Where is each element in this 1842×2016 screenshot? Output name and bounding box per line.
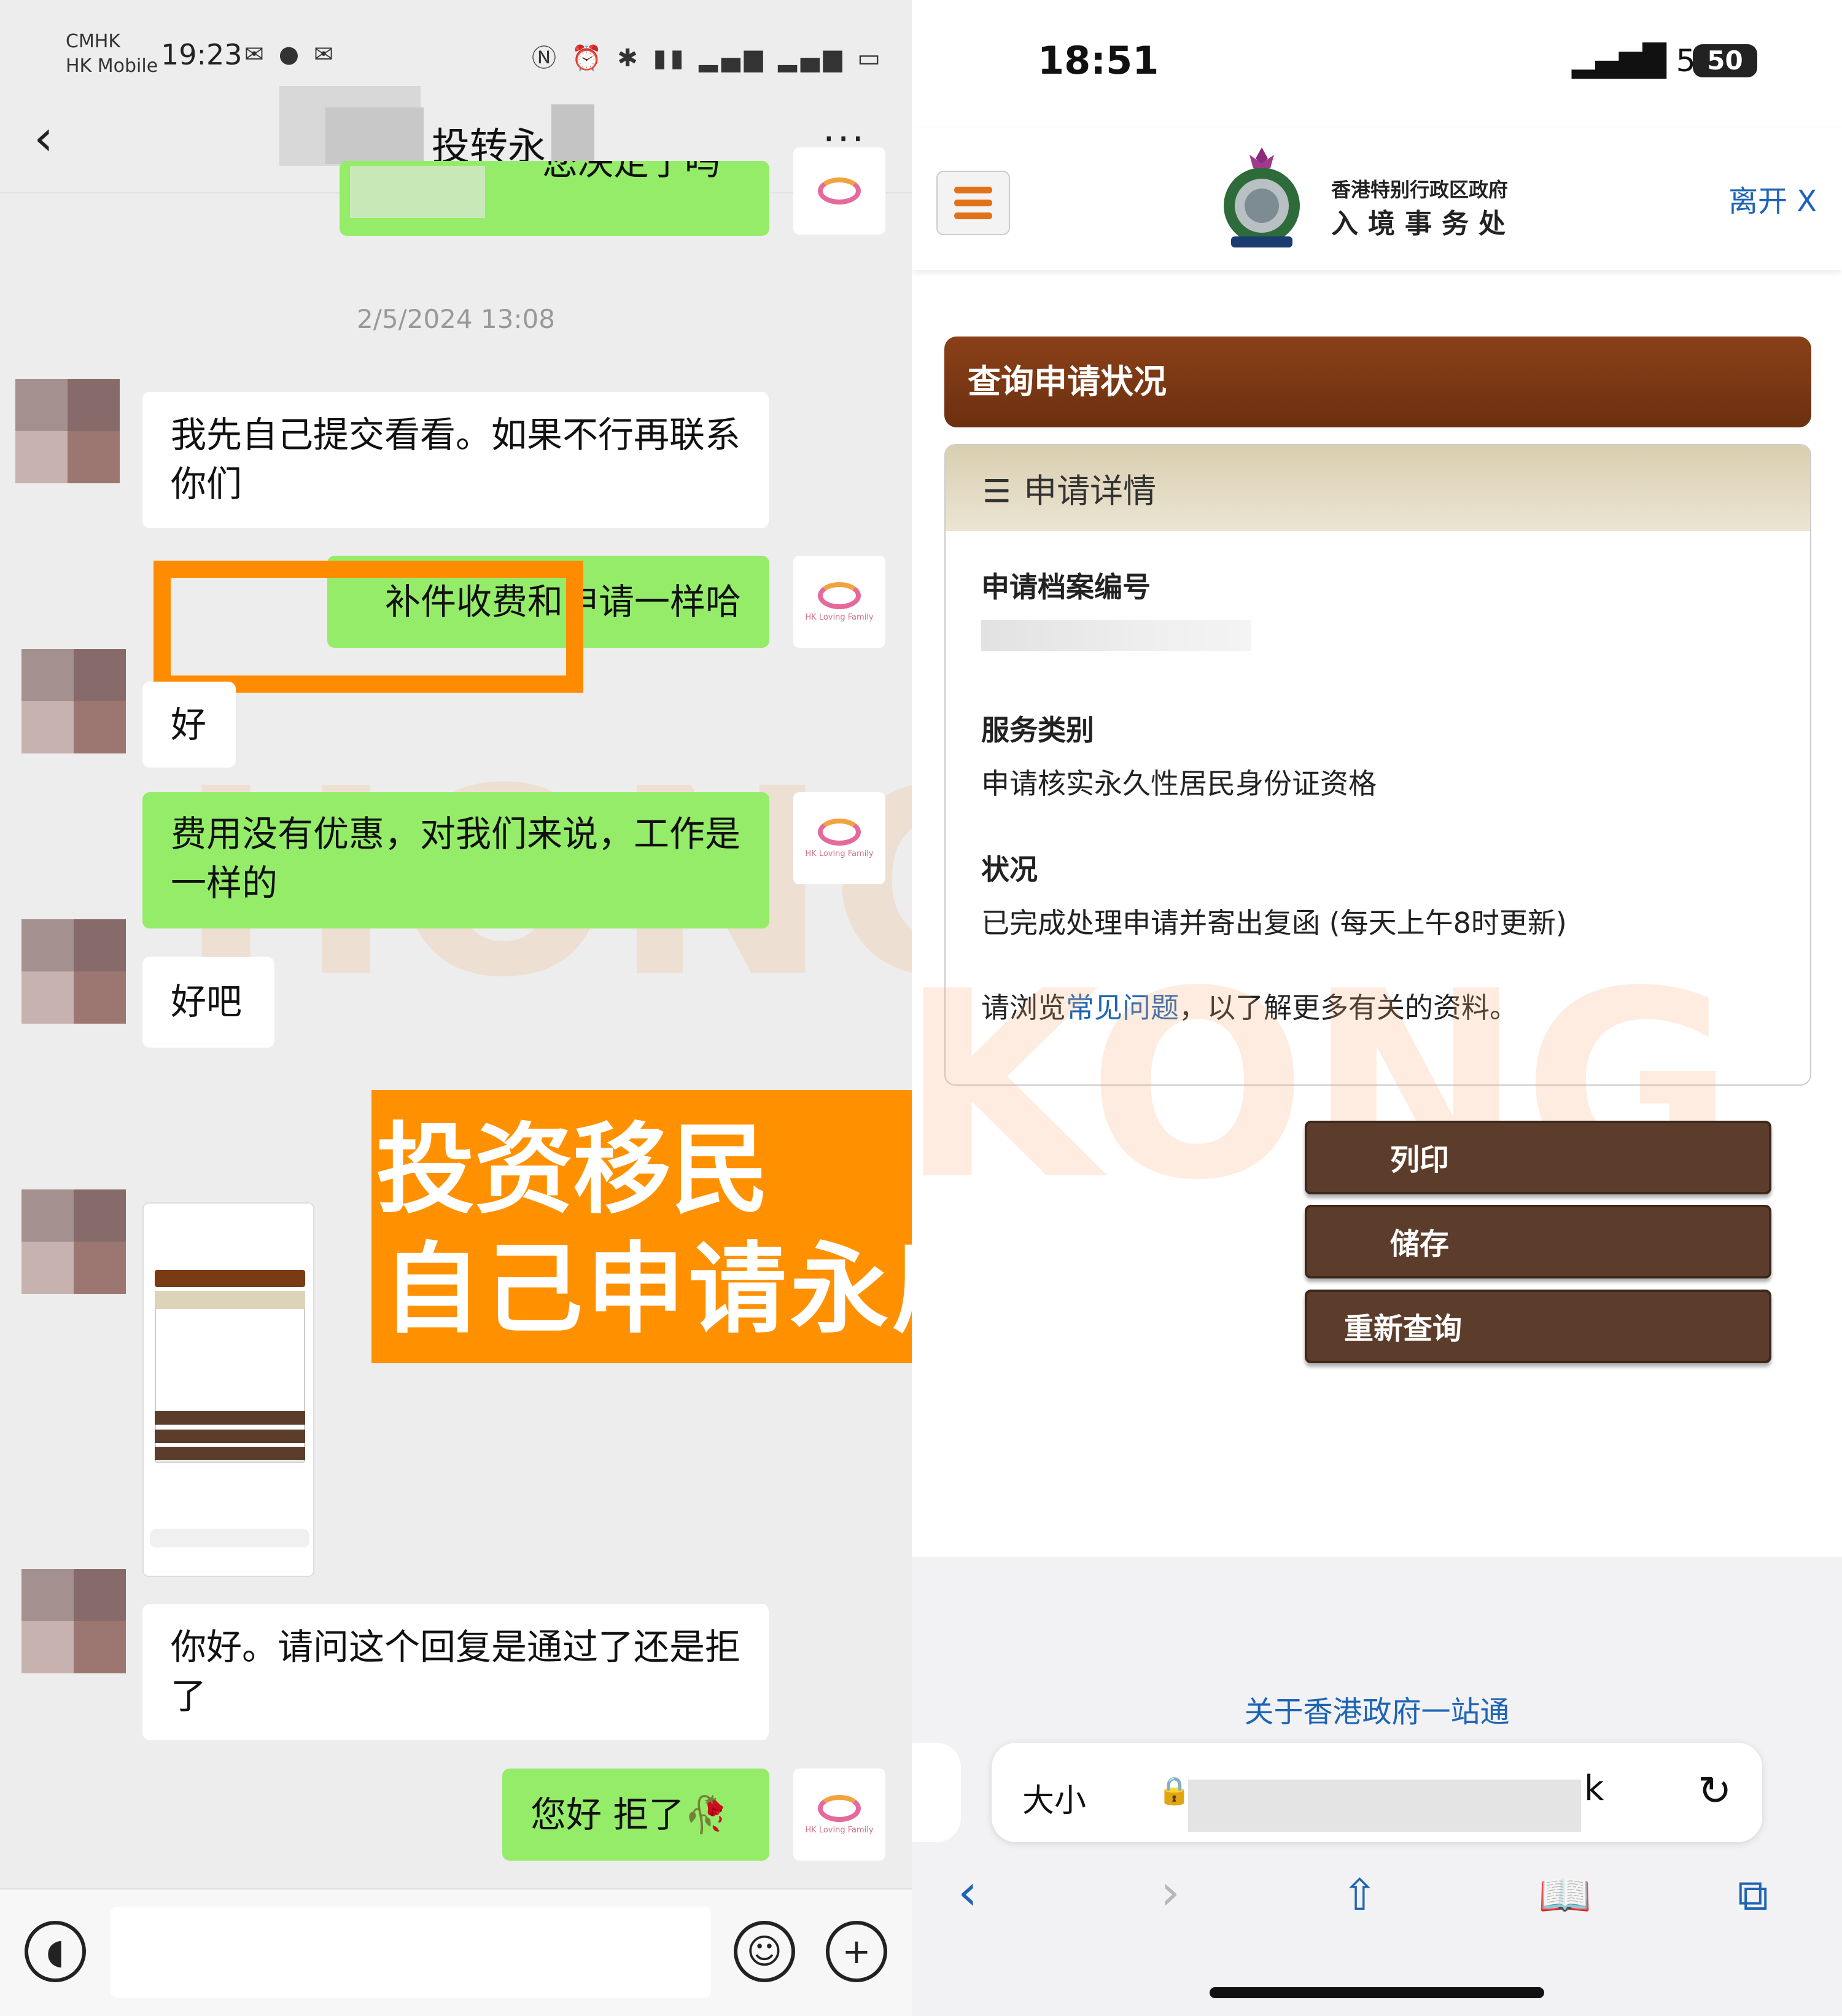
gov-hk-link[interactable]: 关于香港政府一站通 <box>912 1687 1842 1730</box>
back-icon[interactable]: ‹ <box>958 1864 977 1921</box>
thumb-title-bar <box>155 1270 305 1287</box>
message-bubble-left[interactable]: 我先自己提交看看。如果不行再联系你们 <box>142 392 769 528</box>
wechat-chat-screen: CMHK HK Mobile 19:23 ✉ ● ✉ Ⓝ ⏰ ✱ ▮▮ ▂▄▆ … <box>0 0 912 2016</box>
service-label: 服务类别 <box>981 714 1094 747</box>
thumb-button <box>155 1430 305 1443</box>
thumb-panel-head <box>155 1291 305 1309</box>
brand-logo-icon <box>818 582 861 609</box>
share-icon[interactable]: ⇧ <box>1342 1870 1378 1920</box>
message-input[interactable] <box>111 1907 711 1998</box>
reload-icon[interactable]: ↻ <box>1698 1767 1731 1815</box>
add-icon[interactable]: + <box>826 1921 887 1982</box>
avatar-me[interactable]: HK Loving Family <box>793 556 885 648</box>
file-no-label: 申请档案编号 <box>981 570 1151 604</box>
avatar-contact[interactable] <box>21 919 126 1024</box>
message-bubble-left[interactable]: 你好。请问这个回复是通过了还是拒了 <box>142 1604 769 1740</box>
brand-logo-icon <box>818 1794 861 1822</box>
url-tail: k <box>1584 1769 1604 1808</box>
page-title: 查询申请状况 <box>944 337 1811 427</box>
screenshot-composite: CMHK HK Mobile 19:23 ✉ ● ✉ Ⓝ ⏰ ✱ ▮▮ ▂▄▆ … <box>0 0 1842 2016</box>
avatar-contact[interactable] <box>21 1569 126 1673</box>
lock-icon: 🔒 <box>1157 1775 1191 1807</box>
tabs-icon[interactable]: ⧉ <box>1738 1870 1768 1921</box>
voice-icon[interactable]: ◖ <box>25 1921 86 1982</box>
thumb-button <box>155 1447 305 1460</box>
avatar-contact[interactable] <box>21 649 126 753</box>
thumb-address-bar <box>150 1529 309 1547</box>
avatar-contact[interactable] <box>15 379 120 483</box>
file-no-value-blurred <box>981 620 1251 651</box>
site-header: 香港特别行政区政府 入境事务处 离开 X <box>912 128 1842 270</box>
carrier-label: CMHK HK Mobile <box>66 31 158 77</box>
leave-link[interactable]: 离开 X <box>1728 177 1817 220</box>
message-bubble-left[interactable]: 好吧 <box>142 957 274 1048</box>
save-button[interactable]: 储存 <box>1305 1205 1771 1278</box>
address-bar[interactable]: 大小 🔒 k ↻ <box>992 1743 1762 1842</box>
panel-heading: 申请详情 <box>1024 472 1157 510</box>
service-value: 申请核实永久性居民身份证资格 <box>981 767 1377 800</box>
blurred-text <box>350 166 485 218</box>
panel-header: ☰ 申请详情 <box>946 445 1810 531</box>
thumb-button <box>155 1411 305 1425</box>
blurred-name-2 <box>325 107 424 164</box>
status-label: 状况 <box>981 853 1038 886</box>
requery-button[interactable]: 重新查询 <box>1305 1290 1771 1363</box>
list-icon: ☰ <box>982 473 1011 510</box>
hksar-emblem-icon <box>1224 147 1300 247</box>
brand-logo-icon <box>818 177 861 204</box>
print-button[interactable]: 列印 <box>1305 1121 1771 1194</box>
immd-status-screen: 18:51 ▂▄▆█ 5G 50 香港特别行政区政府 入境事务处 离开 X 查询… <box>912 0 1842 2016</box>
back-arrow-icon[interactable]: ‹ <box>34 111 53 166</box>
avatar-me[interactable] <box>793 147 885 235</box>
avatar-contact[interactable] <box>21 1189 126 1294</box>
battery-icon: 50 <box>1693 44 1757 77</box>
gov-name-line2: 入境事务处 <box>1331 208 1515 239</box>
forward-icon[interactable]: › <box>1160 1864 1180 1921</box>
overlay-banner: 投资移民 自己申请永居被拒! <box>371 1090 912 1363</box>
status-value: 已完成处理申请并寄出复函 (每天上午8时更新) <box>981 906 1567 940</box>
image-message-thumbnail[interactable] <box>142 1202 314 1577</box>
url-blurred <box>1188 1780 1581 1832</box>
ios-status-time: 18:51 <box>1038 38 1159 83</box>
text-size-button[interactable]: 大小 <box>1022 1775 1086 1821</box>
avatar-me[interactable]: HK Loving Family <box>793 1769 885 1861</box>
message-bubble-right[interactable]: 您好 拒了🥀 <box>502 1769 769 1861</box>
gov-name-line1: 香港特别行政区政府 <box>1331 178 1509 201</box>
highlight-box <box>154 561 583 693</box>
status-time: 19:23 <box>161 38 243 71</box>
banner-line2: 自己申请永居被拒! <box>383 1232 912 1347</box>
bookmarks-icon[interactable]: 📖 <box>1538 1870 1591 1921</box>
notification-icons: ✉ ● ✉ <box>244 41 337 68</box>
emoji-icon[interactable]: ☺ <box>734 1921 795 1982</box>
avatar-me[interactable]: HK Loving Family <box>793 792 885 884</box>
signal-battery-icons: Ⓝ ⏰ ✱ ▮▮ ▂▄▆ ▂▄▆ ▭ <box>532 44 884 72</box>
hamburger-menu-icon[interactable] <box>936 171 1010 235</box>
blurred-name-3 <box>551 104 594 166</box>
message-bubble-right[interactable]: 费用没有优惠，对我们来说，工作是一样的 <box>142 792 769 928</box>
brand-logo-icon <box>818 818 861 846</box>
chat-timestamp: 2/5/2024 13:08 <box>356 304 556 334</box>
home-indicator <box>1210 1987 1544 1998</box>
banner-line1: 投资移民 <box>376 1112 770 1227</box>
previous-tab-bar <box>912 1743 961 1842</box>
